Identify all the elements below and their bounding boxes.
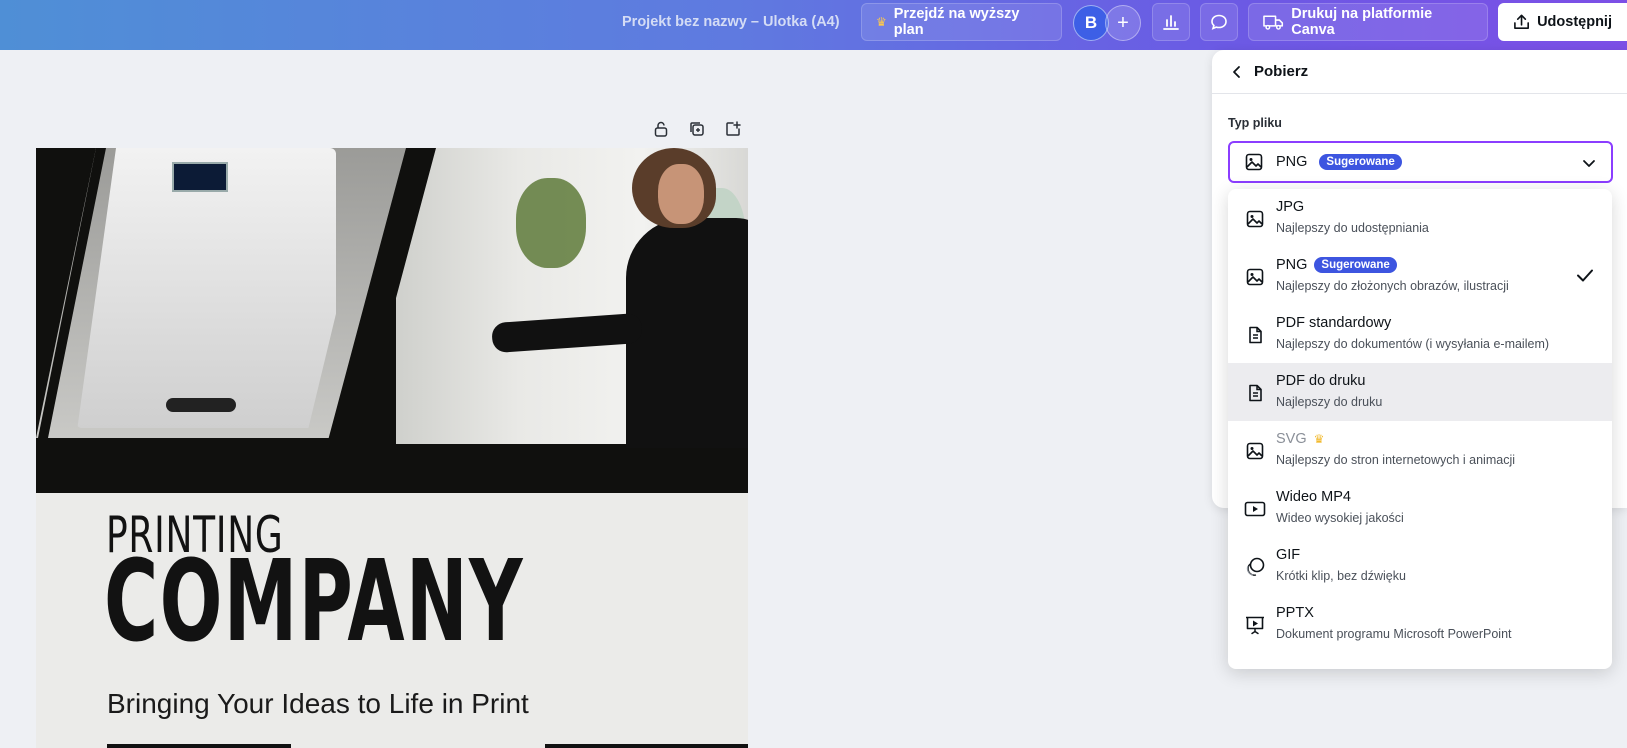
chevron-down-icon — [1583, 160, 1595, 167]
crown-icon: ♛ — [1313, 432, 1325, 446]
file-type-dropdown: JPG Najlepszy do udostępniania PNG Suger… — [1228, 189, 1612, 669]
top-bar: Projekt bez nazwy – Ulotka (A4) ♛ Przejd… — [0, 0, 1627, 50]
option-pdf-standard[interactable]: PDF standardowy Najlepszy do dokumentów … — [1228, 305, 1612, 363]
printer-slot — [166, 398, 236, 412]
image-icon — [1245, 153, 1263, 171]
insights-button[interactable] — [1152, 3, 1190, 41]
share-label: Udostępnij — [1537, 14, 1612, 30]
checkmark-icon — [1577, 269, 1593, 282]
option-title: JPG — [1276, 199, 1305, 215]
option-title-row: PNG Sugerowane — [1276, 257, 1397, 273]
option-description: Najlepszy do druku — [1276, 395, 1383, 409]
comment-icon — [1211, 14, 1227, 30]
share-button[interactable]: Udostępnij — [1498, 3, 1627, 41]
duplicate-page-icon[interactable] — [686, 118, 708, 140]
option-title: Wideo MP4 — [1276, 489, 1351, 505]
add-collaborator-button[interactable]: + — [1105, 5, 1141, 41]
image-icon — [1244, 440, 1266, 462]
option-title: PDF standardowy — [1276, 315, 1392, 331]
panel-header[interactable]: Pobierz — [1212, 50, 1627, 94]
option-svg[interactable]: SVG ♛ Najlepszy do stron internetowych i… — [1228, 421, 1612, 479]
option-description: Najlepszy do dokumentów (i wysyłania e-m… — [1276, 337, 1550, 351]
option-title: SVG — [1276, 431, 1307, 447]
option-jpg[interactable]: JPG Najlepszy do udostępniania — [1228, 189, 1612, 247]
option-pptx[interactable]: PPTX Dokument programu Microsoft PowerPo… — [1228, 595, 1612, 653]
option-description: Najlepszy do stron internetowych i anima… — [1276, 453, 1515, 467]
chevron-left-icon[interactable] — [1230, 65, 1244, 79]
upgrade-label: Przejdź na wyższy plan — [893, 6, 1020, 38]
document-title[interactable]: Projekt bez nazwy – Ulotka (A4) — [622, 0, 840, 44]
crown-icon: ♛ — [876, 15, 887, 29]
accent-bar-right — [545, 744, 748, 748]
add-page-icon[interactable] — [722, 118, 744, 140]
gif-icon — [1244, 556, 1266, 578]
option-title: PDF do druku — [1276, 373, 1366, 389]
option-title: PNG — [1276, 257, 1308, 273]
heading-company[interactable]: COMPANY — [104, 546, 524, 658]
option-title: PPTX — [1276, 605, 1314, 621]
option-description: Najlepszy do złożonych obrazów, ilustrac… — [1276, 279, 1509, 293]
option-gif[interactable]: GIF Krótki klip, bez dźwięku — [1228, 537, 1612, 595]
option-title-row: SVG ♛ — [1276, 431, 1324, 447]
option-description: Krótki klip, bez dźwięku — [1276, 569, 1406, 583]
image-icon — [1244, 266, 1266, 288]
suggested-badge: Sugerowane — [1319, 154, 1402, 170]
option-description: Wideo wysokiej jakości — [1276, 511, 1404, 525]
selected-file-type: PNG — [1276, 154, 1308, 170]
plus-icon: + — [1117, 11, 1129, 34]
option-title: GIF — [1276, 547, 1301, 563]
design-page[interactable]: PRINTING COMPANY Bringing Your Ideas to … — [36, 148, 748, 748]
tagline-text[interactable]: Bringing Your Ideas to Life in Print — [107, 688, 529, 720]
bar-chart-icon — [1163, 15, 1179, 30]
suggested-badge: Sugerowane — [1314, 257, 1397, 273]
lock-icon[interactable] — [650, 118, 672, 140]
printer-screen — [172, 162, 228, 192]
option-description: Dokument programu Microsoft PowerPoint — [1276, 627, 1512, 641]
avatar[interactable]: B — [1073, 5, 1109, 41]
option-pdf-print[interactable]: PDF do druku Najlepszy do druku — [1228, 363, 1612, 421]
presentation-icon — [1244, 614, 1266, 636]
print-label: Drukuj na platformie Canva — [1291, 6, 1433, 38]
file-type-select[interactable]: PNG Sugerowane — [1228, 141, 1613, 183]
option-description: Najlepszy do udostępniania — [1276, 221, 1429, 235]
document-icon — [1244, 382, 1266, 404]
option-mp4[interactable]: Wideo MP4 Wideo wysokiej jakości — [1228, 479, 1612, 537]
panel-title: Pobierz — [1254, 63, 1309, 80]
video-icon — [1244, 498, 1266, 520]
photo-band — [36, 148, 748, 493]
upgrade-button[interactable]: ♛ Przejdź na wyższy plan — [861, 3, 1062, 41]
document-icon — [1244, 324, 1266, 346]
comments-button[interactable] — [1200, 3, 1238, 41]
upload-icon — [1514, 14, 1529, 29]
option-png[interactable]: PNG Sugerowane Najlepszy do złożonych ob… — [1228, 247, 1612, 305]
image-icon — [1244, 208, 1266, 230]
file-type-label: Typ pliku — [1228, 116, 1282, 130]
print-canva-button[interactable]: Drukuj na platformie Canva — [1248, 3, 1488, 41]
truck-icon — [1263, 15, 1284, 30]
accent-bar-left — [107, 744, 291, 748]
